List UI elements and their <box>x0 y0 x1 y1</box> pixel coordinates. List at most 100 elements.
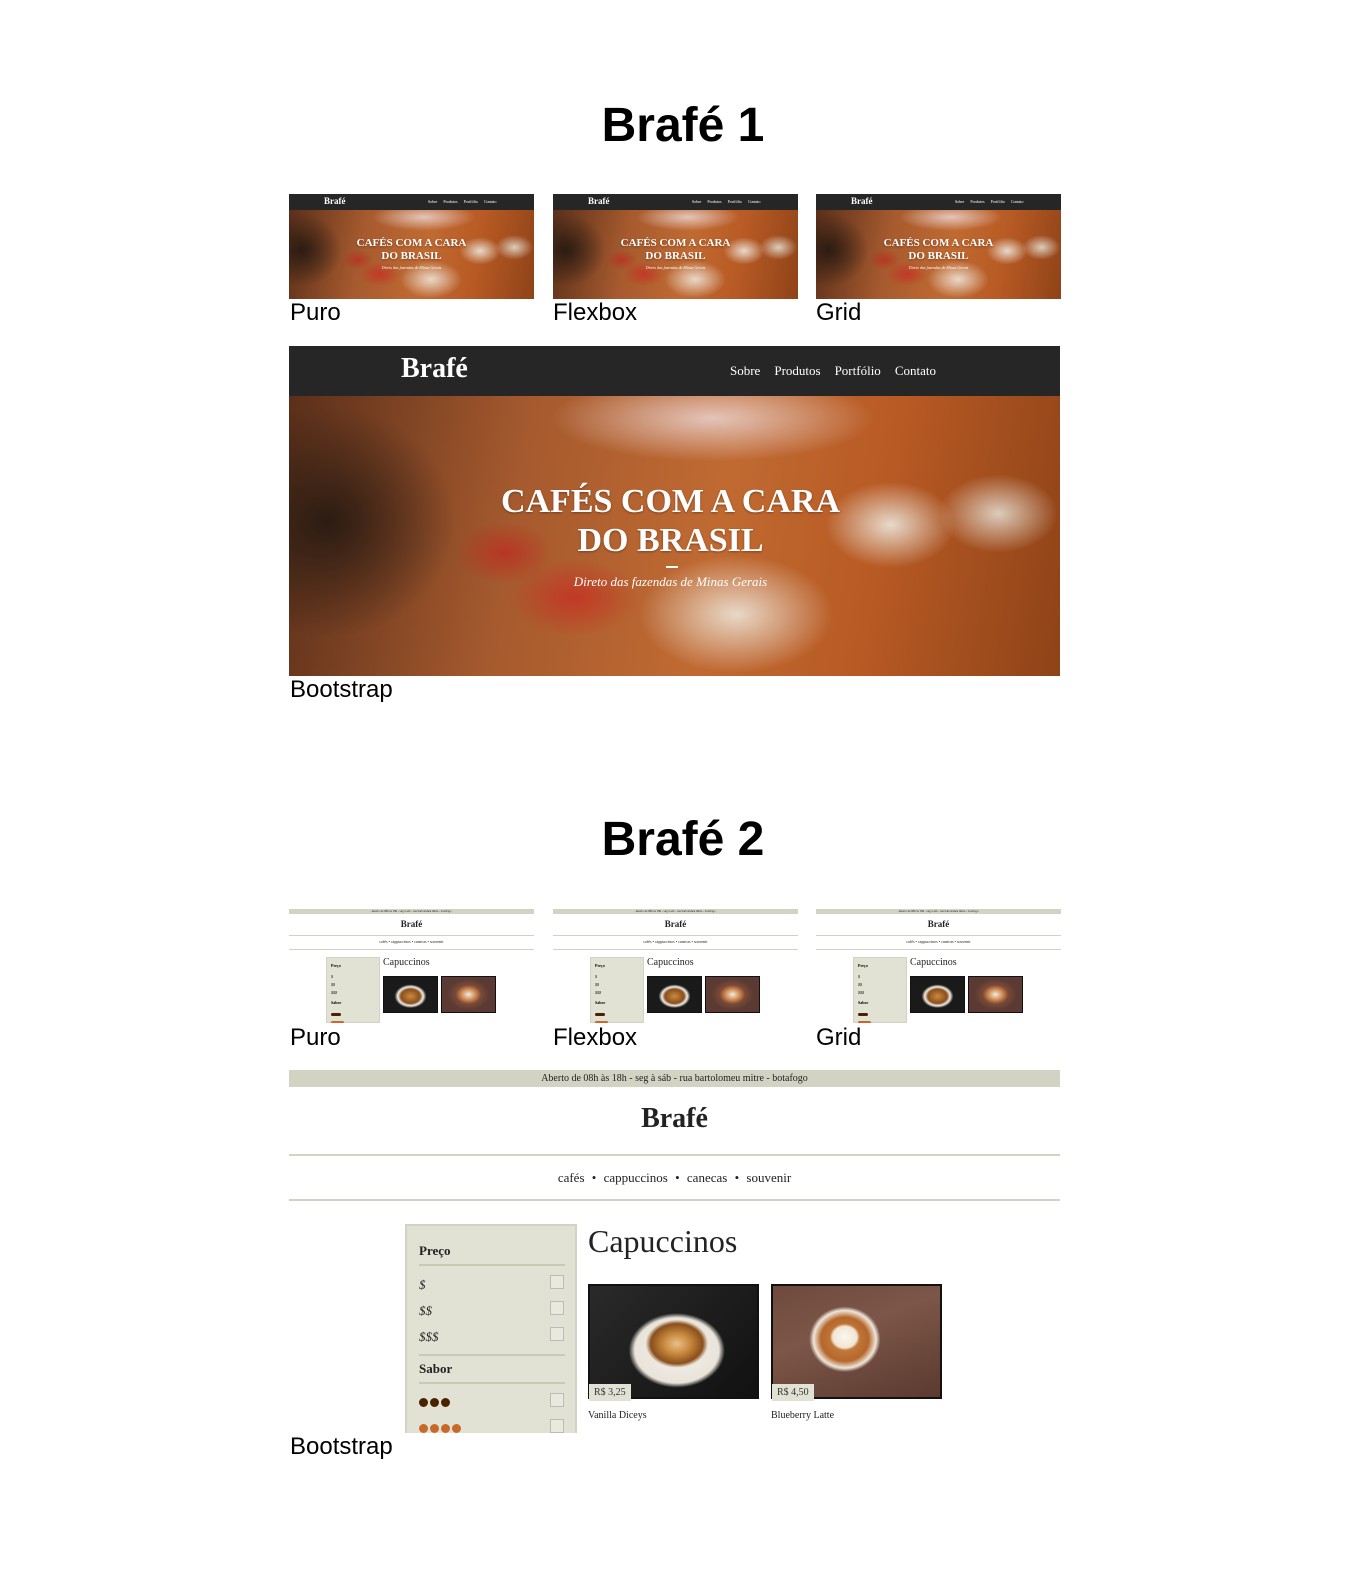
menu-item-cappuccinos[interactable]: cappuccinos <box>604 1170 668 1185</box>
hero-title-line-1: CAFÉS COM A CARA <box>883 237 994 249</box>
thumbnail-brafe2-grid[interactable]: Aberto de 08h às 18h - seg à sáb - rua b… <box>816 908 1061 1023</box>
flavor-dots-3 <box>858 1013 868 1016</box>
hero-title-line-2: DO BRASIL <box>645 250 706 262</box>
product-image-vanilla <box>647 976 702 1013</box>
nav-link-sobre[interactable]: Sobre <box>730 363 760 379</box>
hero-image: CAFÉS COM A CARA DO BRASIL Direto das fa… <box>553 210 798 299</box>
nav-bar: Brafé Sobre Produtos Portfólio Contato <box>816 194 1061 210</box>
nav-link-produtos: Produtos <box>707 199 722 204</box>
divider <box>553 935 798 936</box>
filter-heading-price: Preço <box>331 963 341 968</box>
divider <box>553 949 798 950</box>
checkbox-flavor-3[interactable] <box>550 1393 564 1407</box>
info-bar: Aberto de 08h às 18h - seg à sáb - rua b… <box>289 1070 1060 1087</box>
divider <box>816 935 1061 936</box>
flavor-strength-4 <box>419 1424 461 1433</box>
nav-link-portfolio[interactable]: Portfólio <box>835 363 881 379</box>
menu: cafés • cappuccinos • canecas • souvenir <box>557 1170 792 1185</box>
menu-item-canecas[interactable]: canecas <box>687 1170 727 1185</box>
preview-brafe1-bootstrap[interactable]: Brafé Sobre Produtos Portfólio Contato C… <box>289 346 1060 676</box>
menu-item-souvenir: souvenir <box>956 939 971 944</box>
thumbnail-brafe2-flexbox[interactable]: Aberto de 08h às 18h - seg à sáb - rua b… <box>553 908 798 1023</box>
product-image-vanilla-diceys[interactable] <box>588 1284 759 1399</box>
hero-title-line-1: CAFÉS COM A CARA <box>500 483 841 520</box>
price-tag-blueberry-latte: R$ 4,50 <box>772 1384 814 1401</box>
filter-option: $$$ <box>858 990 864 995</box>
menu: cafés • cappuccinos • canecas • souvenir <box>643 939 708 944</box>
product-image-blueberry <box>705 976 760 1013</box>
hero-image: CAFÉS COM A CARA DO BRASIL Direto das fa… <box>816 210 1061 299</box>
menu-item-cafes: cafés <box>379 939 388 944</box>
menu-item-canecas: canecas <box>414 939 427 944</box>
thumbnail-brafe1-flexbox[interactable]: Brafé Sobre Produtos Portfólio Contato C… <box>553 194 798 299</box>
nav-link-contato[interactable]: Contato <box>895 363 936 379</box>
filter-heading-flavor: Sabor <box>419 1361 453 1376</box>
hero-subtitle: Direto das fazendas de Minas Gerais <box>573 574 768 589</box>
category-title: Capuccinos <box>910 957 957 968</box>
nav-link-produtos[interactable]: Produtos <box>774 363 820 379</box>
filter-divider <box>419 1264 565 1266</box>
hero-image: CAFÉS COM A CARA DO BRASIL Direto das fa… <box>289 396 1060 676</box>
logo: Brafé <box>851 196 873 206</box>
flavor-dots-3 <box>331 1013 341 1016</box>
filter-heading-price: Preço <box>419 1243 451 1258</box>
category-title: Capuccinos <box>588 1223 738 1259</box>
menu-item-cappuccinos: cappuccinos <box>917 939 938 944</box>
menu: cafés • cappuccinos • canecas • souvenir <box>906 939 971 944</box>
menu-item-cafes[interactable]: cafés <box>558 1170 585 1185</box>
nav-bar: Brafé Sobre Produtos Portfólio Contato <box>289 346 1060 396</box>
nav-link-contato: Contato <box>747 199 761 204</box>
divider <box>289 1199 1060 1201</box>
logo: Brafé <box>664 919 687 929</box>
menu-item-cafes: cafés <box>643 939 652 944</box>
menu: cafés • cappuccinos • canecas • souvenir <box>379 939 444 944</box>
nav-link-portfolio: Portfólio <box>990 199 1005 204</box>
flavor-strength-3 <box>419 1398 450 1407</box>
nav-link-sobre: Sobre <box>955 199 965 204</box>
filter-heading-flavor: Sabor <box>331 1000 342 1005</box>
nav-links: Sobre Produtos Portfólio Contato <box>692 199 760 204</box>
checkbox-price-2[interactable] <box>550 1301 564 1315</box>
hero-subtitle: Direto das fazendas de Minas Gerais <box>381 265 442 270</box>
checkbox-price-3[interactable] <box>550 1327 564 1341</box>
product-name-blueberry-latte[interactable]: Blueberry Latte <box>771 1410 834 1421</box>
filter-option: $$$ <box>331 990 337 995</box>
caption-flexbox: Flexbox <box>553 299 638 326</box>
nav-links: Sobre Produtos Portfólio Contato <box>955 199 1023 204</box>
preview-brafe2-bootstrap[interactable]: Aberto de 08h às 18h - seg à sáb - rua b… <box>289 1070 1060 1433</box>
info-bar: Aberto de 08h às 18h - seg à sáb - rua b… <box>289 909 534 914</box>
caption-puro: Puro <box>290 299 341 326</box>
caption-puro: Puro <box>290 1024 341 1051</box>
filter-divider <box>419 1354 565 1356</box>
checkbox-price-1[interactable] <box>550 1275 564 1289</box>
filter-option: $$ <box>595 982 599 987</box>
product-name-vanilla-diceys[interactable]: Vanilla Diceys <box>588 1410 647 1421</box>
nav-links: Sobre Produtos Portfólio Contato <box>730 363 936 379</box>
thumbnail-brafe1-puro[interactable]: Brafé Sobre Produtos Portfólio Contato C… <box>289 194 534 299</box>
divider <box>289 949 534 950</box>
product-image-blueberry-latte[interactable] <box>771 1284 942 1399</box>
filter-heading-flavor: Sabor <box>858 1000 869 1005</box>
info-bar: Aberto de 08h às 18h - seg à sáb - rua b… <box>816 909 1061 914</box>
filter-panel: Preço $ $$ $$$ Sabor <box>405 1224 577 1433</box>
menu-item-souvenir: souvenir <box>693 939 708 944</box>
nav-link-contato: Contato <box>1010 199 1024 204</box>
category-title: Capuccinos <box>383 957 430 968</box>
filter-option: $ <box>858 974 860 979</box>
checkbox-flavor-4[interactable] <box>550 1419 564 1433</box>
menu-item-souvenir[interactable]: souvenir <box>746 1170 791 1185</box>
menu-item-cappuccinos: cappuccinos <box>654 939 675 944</box>
nav-link-produtos: Produtos <box>970 199 985 204</box>
hero-subtitle: Direto das fazendas de Minas Gerais <box>645 265 706 270</box>
logo[interactable]: Brafé <box>289 1103 1060 1135</box>
filter-panel: Preço $ $$ $$$ Sabor <box>853 957 907 1023</box>
filter-option-price-3: $$$ <box>419 1329 439 1344</box>
product-image-vanilla <box>383 976 438 1013</box>
thumbnail-brafe1-grid[interactable]: Brafé Sobre Produtos Portfólio Contato C… <box>816 194 1061 299</box>
filter-panel: Preço $ $$ $$$ Sabor <box>590 957 644 1023</box>
hero-title-line-2: DO BRASIL <box>381 250 442 262</box>
logo[interactable]: Brafé <box>401 353 468 385</box>
thumbnail-brafe2-puro[interactable]: Aberto de 08h às 18h - seg à sáb - rua b… <box>289 908 534 1023</box>
filter-option-price-1: $ <box>419 1277 426 1292</box>
menu-item-canecas: canecas <box>678 939 691 944</box>
